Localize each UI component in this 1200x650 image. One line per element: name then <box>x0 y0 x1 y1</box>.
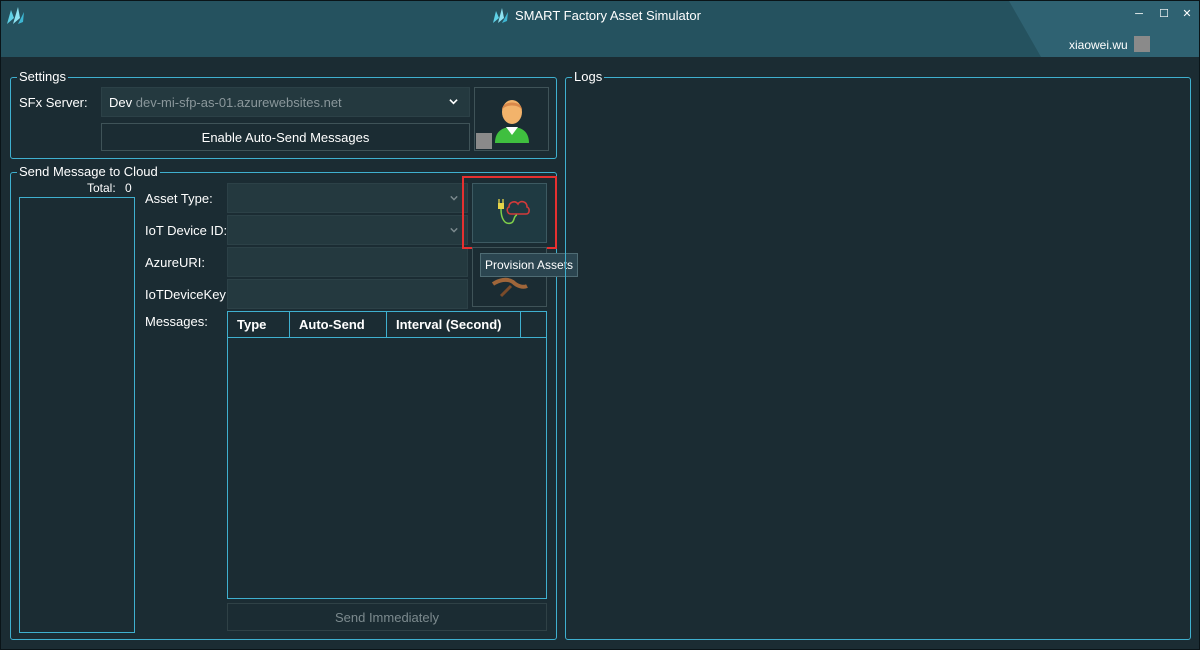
iot-device-id-select[interactable] <box>227 215 468 245</box>
window-title: SMART Factory Asset Simulator <box>515 8 701 23</box>
column-header-type[interactable]: Type <box>228 312 290 337</box>
messages-table-header: Type Auto-Send Interval (Second) <box>228 312 546 338</box>
app-logo-icon <box>7 7 24 24</box>
sfx-server-label: SFx Server: <box>19 95 88 110</box>
server-env-text: Dev <box>109 95 133 110</box>
server-url-text: dev-mi-sfp-as-01.azurewebsites.net <box>135 95 342 110</box>
messages-table[interactable]: Type Auto-Send Interval (Second) <box>227 311 547 599</box>
status-square <box>476 133 492 149</box>
column-header-interval[interactable]: Interval (Second) <box>387 312 521 337</box>
chevron-down-icon <box>450 195 458 201</box>
iot-device-key-label: IoTDeviceKey: <box>145 287 230 302</box>
sfx-server-value: Dev dev-mi-sfp-as-01.azurewebsites.net <box>109 95 342 110</box>
app-window: SMART Factory Asset Simulator ─ ☐ ✕ xiao… <box>0 0 1200 650</box>
iot-device-key-field[interactable] <box>227 279 468 309</box>
asset-list[interactable] <box>19 197 135 633</box>
username-label[interactable]: xiaowei.wu <box>1069 38 1128 52</box>
column-header-auto-send[interactable]: Auto-Send <box>290 312 387 337</box>
logs-group-title: Logs <box>572 69 605 85</box>
settings-group-title: Settings <box>17 69 68 85</box>
send-immediately-button[interactable]: Send Immediately <box>227 603 547 631</box>
total-count: 0 <box>125 181 132 195</box>
title-bar[interactable]: SMART Factory Asset Simulator ─ ☐ ✕ xiao… <box>1 1 1199 57</box>
asset-type-select[interactable] <box>227 183 468 213</box>
logs-area[interactable] <box>571 91 1183 633</box>
chevron-down-icon <box>450 227 458 233</box>
chevron-down-icon <box>449 99 458 105</box>
azure-uri-label: AzureURI: <box>145 255 205 270</box>
send-message-group-title: Send Message to Cloud <box>17 164 160 180</box>
close-button[interactable]: ✕ <box>1175 5 1199 23</box>
iot-device-id-label: IoT Device ID: <box>145 223 228 238</box>
azure-uri-field[interactable] <box>227 247 468 277</box>
sfx-server-select[interactable]: Dev dev-mi-sfp-as-01.azurewebsites.net <box>101 87 470 117</box>
asset-type-label: Asset Type: <box>145 191 213 206</box>
provision-assets-tooltip: Provision Assets <box>480 253 579 277</box>
total-label: Total: <box>87 181 116 195</box>
highlight-box <box>462 176 557 249</box>
user-menu-avatar[interactable] <box>1134 36 1150 52</box>
user-avatar-icon <box>495 100 529 143</box>
enable-auto-send-button[interactable]: Enable Auto-Send Messages <box>101 123 470 151</box>
minimize-button[interactable]: ─ <box>1127 5 1151 23</box>
title-logo-icon <box>493 8 508 23</box>
messages-label: Messages: <box>145 314 208 329</box>
maximize-button[interactable]: ☐ <box>1152 5 1176 23</box>
